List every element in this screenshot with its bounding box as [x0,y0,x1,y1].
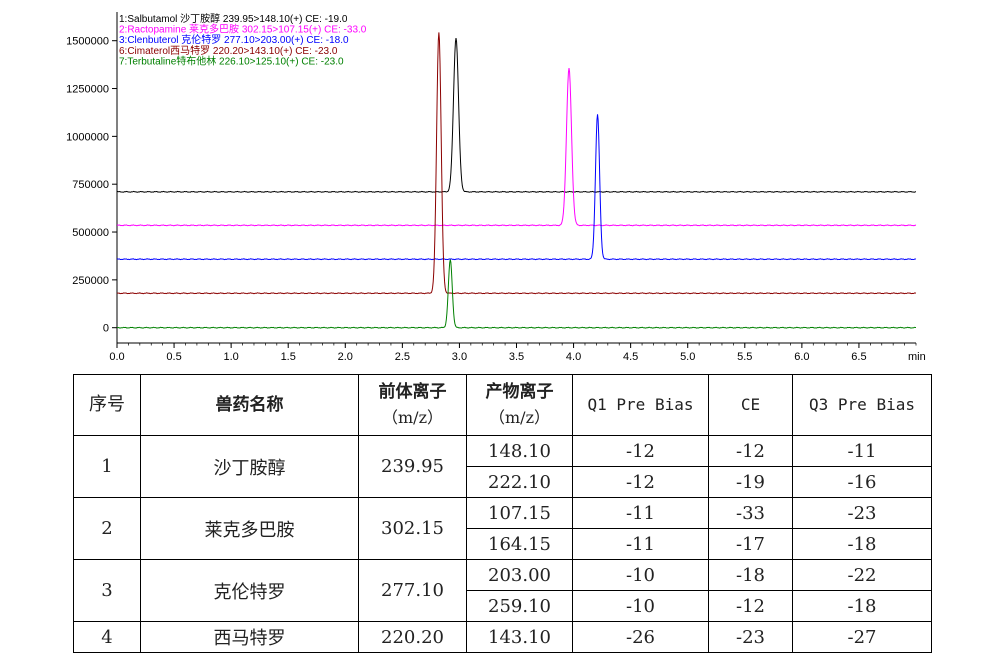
x-tick-label: 3.0 [452,351,467,363]
x-tick-label: 3.5 [509,351,524,363]
row-q3: -18 [792,590,932,622]
row-q3: -16 [792,466,932,498]
row-drug-name: 西马特罗 [140,621,359,653]
y-tick-label: 1500000 [66,36,109,48]
row-q3: -11 [792,435,932,467]
x-tick-label: 2.0 [338,351,353,363]
series-trace [116,67,917,227]
x-tick-label: 4.0 [566,351,581,363]
table-row: 1 沙丁胺醇 239.95 148.10 -12 -12 -11 [73,435,932,498]
chromatogram-traces [116,32,917,329]
x-axis: 0.0 0.5 1.0 1.5 2.0 2.5 3.0 3.5 4.0 4.5 5.0 5.5 6.0 6… [109,342,926,363]
row-ce: -23 [708,621,793,653]
legend-entry: 7:Terbutaline特布他林 226.10>125.10(+) CE: -… [119,54,344,67]
x-tick-label: 4.5 [623,351,638,363]
row-q1: -12 [572,466,709,498]
row-q3: -27 [792,621,932,653]
x-tick-label: 6.0 [794,351,809,363]
legend-entry: 3:Clenbuterol 克伦特罗 277.10>203.00(+) CE: … [119,33,349,46]
row-precursor: 302.15 [358,497,467,560]
legend: 1:Salbutamol 沙丁胺醇 239.95>148.10(+) CE: -… [119,12,367,67]
y-axis: 0 250000 500000 750000 1000000 1250000 1500000 [66,12,118,343]
header-precursor-ion: 前体离子 （m/z） [358,374,467,436]
row-q3: -18 [792,528,932,560]
legend-entry: 1:Salbutamol 沙丁胺醇 239.95>148.10(+) CE: -… [119,12,348,25]
row-product: 259.10 [466,590,573,622]
x-tick-label: 1.0 [223,351,238,363]
legend-entry: 6:Cimaterol西马特罗 220.20>143.10(+) CE: -23… [119,45,338,57]
header-q1-pre-bias: Q1 Pre Bias [572,374,709,436]
y-tick-label: 1250000 [66,84,109,96]
row-product: 203.00 [466,559,573,591]
row-q3: -22 [792,559,932,591]
row-product: 148.10 [466,435,573,467]
row-ce: -18 [708,559,793,591]
table-row: 3 克伦特罗 277.10 203.00 -10 -18 -22 [73,559,932,622]
series-trace [116,259,917,329]
row-ce: -17 [708,528,793,560]
row-drug-name: 莱克多巴胺 [140,497,359,560]
x-tick-label: 1.5 [281,351,296,363]
table-header-row: 序号 兽药名称 前体离子 （m/z） 产物离子 （m/z） Q1 Pre Bia… [73,374,932,436]
row-index: 2 [73,497,141,560]
y-tick-label: 500000 [72,227,109,239]
row-q1: -10 [572,590,709,622]
row-drug-name: 克伦特罗 [140,559,359,622]
header-q3-pre-bias: Q3 Pre Bias [792,374,932,436]
row-ce: -12 [708,435,793,467]
x-tick-label: 2.5 [395,351,410,363]
row-q1: -10 [572,559,709,591]
table-row: 2 莱克多巴胺 302.15 107.15 -11 -33 -23 [73,497,932,560]
y-tick-label: 0 [103,323,109,335]
mrm-parameter-table: 序号 兽药名称 前体离子 （m/z） 产物离子 （m/z） Q1 Pre Bia… [73,374,932,653]
row-precursor: 277.10 [358,559,467,622]
row-index: 1 [73,435,141,498]
y-tick-label: 750000 [72,179,109,191]
row-product: 107.15 [466,497,573,529]
row-index: 4 [73,621,141,653]
row-index: 3 [73,559,141,622]
legend-entry: 2:Ractopamine 莱克多巴胺 302.15>107.15(+) CE:… [119,23,367,36]
row-q1: -11 [572,528,709,560]
x-axis-label: min [908,351,926,363]
row-q1: -26 [572,621,709,653]
row-precursor: 220.20 [358,621,467,653]
row-ce: -19 [708,466,793,498]
x-tick-label: 5.0 [680,351,695,363]
row-ce: -12 [708,590,793,622]
header-ce: CE [708,374,793,436]
series-trace [116,32,917,295]
x-tick-label: 0.5 [166,351,181,363]
row-product: 164.15 [466,528,573,560]
row-drug-name: 沙丁胺醇 [140,435,359,498]
row-q1: -11 [572,497,709,529]
x-tick-label: 5.5 [737,351,752,363]
row-precursor: 239.95 [358,435,467,498]
table-row: 4 西马特罗 220.20 143.10 -26 -23 -27 [73,621,932,653]
x-tick-label: 0.0 [109,351,124,363]
header-drug-name: 兽药名称 [140,374,359,436]
row-q3: -23 [792,497,932,529]
header-product-ion: 产物离子 （m/z） [466,374,573,436]
row-q1: -12 [572,435,709,467]
row-product: 222.10 [466,466,573,498]
series-trace [116,114,917,261]
chromatogram-chart: 0 250000 500000 750000 1000000 1250000 1500000… [66,12,926,363]
y-tick-label: 1000000 [66,131,109,143]
row-ce: -33 [708,497,793,529]
row-product: 143.10 [466,621,573,653]
y-tick-label: 250000 [72,275,109,287]
header-index: 序号 [73,374,141,436]
x-tick-label: 6.5 [851,351,866,363]
